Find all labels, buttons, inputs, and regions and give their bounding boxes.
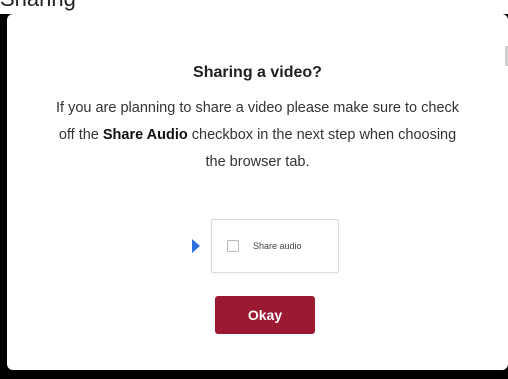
share-audio-label: Share audio [253, 241, 302, 251]
play-arrow-icon [192, 239, 200, 253]
message-bold-text: Share Audio [102, 127, 188, 143]
share-audio-preview-box: Share audio [211, 219, 339, 273]
checkbox-icon [227, 240, 239, 252]
okay-button[interactable]: Okay [215, 296, 315, 334]
background-page-strip: Sharing [0, 0, 508, 14]
message-text-end: checkbox in the next step when choosing … [187, 127, 457, 170]
background-page-text: Sharing [0, 0, 76, 12]
share-video-dialog: Sharing a video? If you are planning to … [7, 14, 508, 370]
dialog-message: If you are planning to share a video ple… [47, 95, 468, 176]
dialog-title: Sharing a video? [193, 64, 322, 81]
share-audio-preview: Share audio [192, 219, 339, 273]
